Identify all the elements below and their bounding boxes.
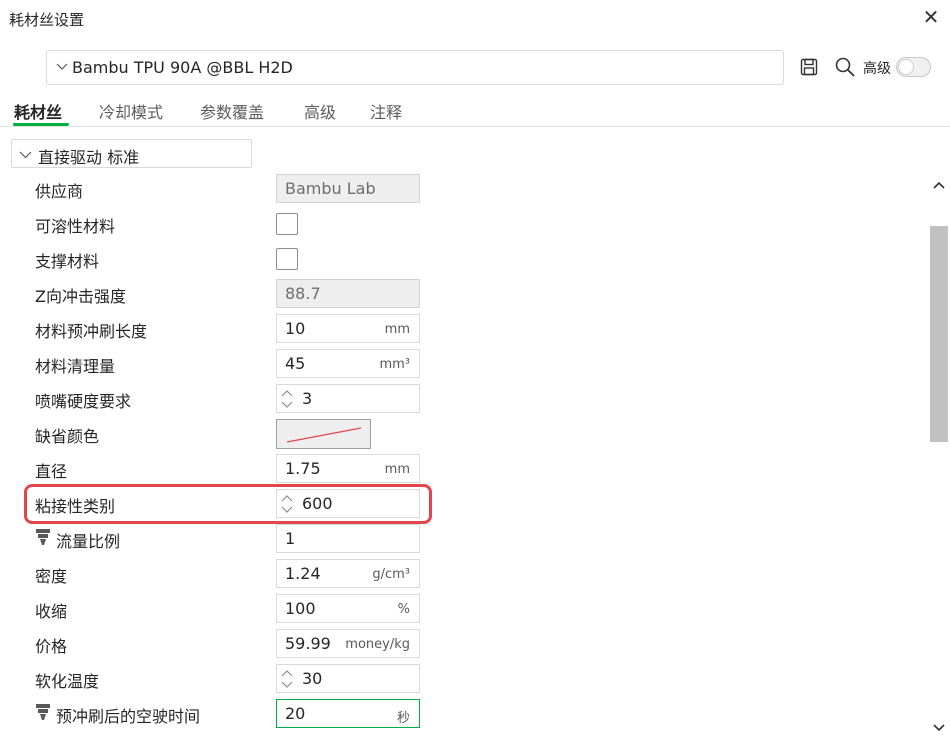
field-value: Bambu Lab xyxy=(285,179,376,198)
row-label: 价格 xyxy=(35,637,68,656)
chevron-down-icon xyxy=(19,151,32,159)
row-label: 材料清理量 xyxy=(35,357,116,376)
row-label: 缺省颜色 xyxy=(35,427,100,446)
tab-advanced[interactable]: 高级 xyxy=(304,99,336,123)
field-value: 20 xyxy=(285,704,306,723)
shrinkage-input[interactable]: 100 % xyxy=(276,594,420,623)
scroll-down-icon[interactable] xyxy=(930,718,948,736)
setting-row-travel-time: 预冲刷后的空驶时间 20 秒 xyxy=(0,696,925,731)
setting-row-purge-volume: 材料清理量 45 mm³ xyxy=(0,346,925,381)
field-value: 88.7 xyxy=(285,284,321,303)
nozzle-hardness-stepper[interactable]: 3 xyxy=(276,384,420,413)
field-unit: mm xyxy=(384,322,410,337)
tab-bar: 耗材丝 冷却模式 参数覆盖 高级 注释 xyxy=(0,92,950,127)
setting-row-shrinkage: 收缩 100 % xyxy=(0,591,925,626)
color-line-icon xyxy=(286,427,362,443)
group-label: 直接驱动 标准 xyxy=(38,148,140,167)
setting-row-impact-strength: Z向冲击强度 88.7 xyxy=(0,276,925,311)
row-label: 流量比例 xyxy=(56,532,121,551)
field-value: 1.24 xyxy=(285,564,321,583)
field-value: 1 xyxy=(285,529,296,548)
advanced-label: 高级 xyxy=(863,61,891,77)
row-label: 可溶性材料 xyxy=(35,217,116,236)
tab-notes[interactable]: 注释 xyxy=(370,99,402,123)
color-picker-button[interactable] xyxy=(276,419,371,449)
flow-ratio-input[interactable]: 1 xyxy=(276,524,420,553)
setting-row-flow-ratio: 流量比例 1 xyxy=(0,521,925,556)
prime-length-input[interactable]: 10 mm xyxy=(276,314,420,343)
setting-row-diameter: 直径 1.75 mm xyxy=(0,451,925,486)
save-icon[interactable] xyxy=(800,58,818,76)
field-value: 1.75 xyxy=(285,459,321,478)
row-label: 供应商 xyxy=(35,182,84,201)
active-tab-indicator xyxy=(13,123,69,126)
row-label: 支撑材料 xyxy=(35,252,100,271)
density-input[interactable]: 1.24 g/cm³ xyxy=(276,559,420,588)
chevron-down-icon xyxy=(56,63,68,70)
tab-filament[interactable]: 耗材丝 xyxy=(14,99,62,123)
row-label: 预冲刷后的空驶时间 xyxy=(56,707,201,726)
tab-cooling[interactable]: 冷却模式 xyxy=(99,99,163,123)
field-value: 45 xyxy=(285,354,306,373)
field-value: 100 xyxy=(285,599,316,618)
spinner-arrows-icon[interactable] xyxy=(280,668,294,690)
field-unit: mm xyxy=(384,462,410,477)
field-value: 10 xyxy=(285,319,306,338)
purge-volume-input[interactable]: 45 mm³ xyxy=(276,349,420,378)
soluble-checkbox[interactable] xyxy=(276,213,298,235)
scrollbar-thumb[interactable] xyxy=(930,226,948,442)
title-bar: 耗材丝设置 ✕ xyxy=(0,0,950,38)
row-label: 收缩 xyxy=(35,602,68,621)
window-title: 耗材丝设置 xyxy=(9,11,85,29)
preset-dropdown[interactable]: Bambu TPU 90A @BBL H2D xyxy=(46,50,784,85)
setting-row-default-color: 缺省颜色 xyxy=(0,416,925,451)
advanced-toggle[interactable] xyxy=(896,57,931,77)
field-value: 30 xyxy=(302,669,323,688)
toggle-knob xyxy=(898,59,914,75)
softening-temp-stepper[interactable]: 30 xyxy=(276,664,420,693)
support-checkbox[interactable] xyxy=(276,248,298,270)
diameter-input[interactable]: 1.75 mm xyxy=(276,454,420,483)
search-icon[interactable] xyxy=(834,56,856,78)
setting-row-density: 密度 1.24 g/cm³ xyxy=(0,556,925,591)
group-header[interactable]: 直接驱动 标准 xyxy=(11,139,252,168)
setting-row-vendor: 供应商 Bambu Lab xyxy=(0,171,925,206)
price-input[interactable]: 59.99 money/kg xyxy=(276,629,420,658)
row-label: 直径 xyxy=(35,462,68,481)
setting-row-support: 支撑材料 xyxy=(0,241,925,276)
row-label: 喷嘴硬度要求 xyxy=(35,392,132,411)
impact-strength-field: 88.7 xyxy=(276,279,420,308)
setting-row-nozzle-hardness: 喷嘴硬度要求 3 xyxy=(0,381,925,416)
setting-row-softening-temp: 软化温度 30 xyxy=(0,661,925,696)
nozzle-icon xyxy=(36,704,50,720)
field-unit: % xyxy=(397,602,410,617)
setting-row-price: 价格 59.99 money/kg xyxy=(0,626,925,661)
field-unit: money/kg xyxy=(345,637,410,652)
field-unit: g/cm³ xyxy=(372,567,410,582)
travel-time-input[interactable]: 20 秒 xyxy=(276,699,420,728)
preset-name: Bambu TPU 90A @BBL H2D xyxy=(72,58,293,77)
setting-row-prime-length: 材料预冲刷长度 10 mm xyxy=(0,311,925,346)
row-label: 密度 xyxy=(35,567,68,586)
field-unit: mm³ xyxy=(379,357,410,372)
scroll-up-icon[interactable] xyxy=(930,177,948,195)
nozzle-icon xyxy=(36,529,50,545)
row-label: Z向冲击强度 xyxy=(35,287,126,306)
setting-row-soluble: 可溶性材料 xyxy=(0,206,925,241)
close-icon[interactable]: ✕ xyxy=(920,6,942,28)
vendor-field: Bambu Lab xyxy=(276,174,420,203)
spinner-arrows-icon[interactable] xyxy=(280,388,294,410)
field-value: 3 xyxy=(302,389,313,408)
highlight-box xyxy=(24,484,432,524)
field-value: 59.99 xyxy=(285,634,331,653)
row-label: 软化温度 xyxy=(35,672,100,691)
field-unit: 秒 xyxy=(396,711,410,726)
row-label: 材料预冲刷长度 xyxy=(35,322,148,341)
tab-setting-overrides[interactable]: 参数覆盖 xyxy=(200,99,264,123)
